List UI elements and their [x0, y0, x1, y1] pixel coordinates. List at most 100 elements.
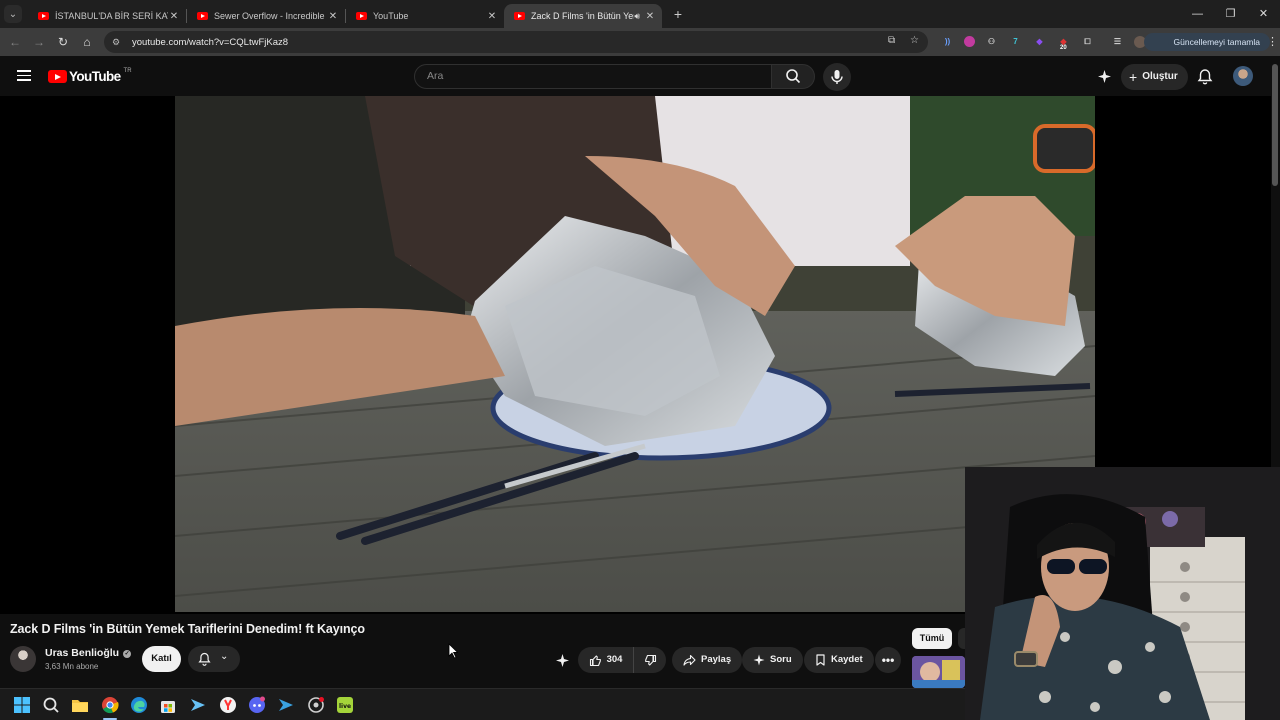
- close-tab-icon[interactable]: ✕: [486, 11, 498, 22]
- recommended-video-thumbnail[interactable]: [912, 656, 965, 688]
- join-button[interactable]: Katıl: [142, 646, 181, 672]
- webcam-overlay: [965, 467, 1280, 720]
- more-horizontal-icon: •••: [881, 653, 895, 667]
- browser-toolbar: ← → ↻ ⌂ ⚙ youtube.com/watch?v=CQLtwFjKaz…: [0, 28, 1280, 56]
- reading-list-icon[interactable]: ☰: [1110, 34, 1125, 49]
- thumbs-down-icon: [644, 654, 656, 666]
- chevron-down-icon: ⌄: [8, 8, 18, 20]
- like-dislike-group: 304: [578, 647, 666, 673]
- youtube-favicon-icon: [38, 12, 49, 20]
- verified-check-icon: ✓: [123, 650, 132, 658]
- bookmark-icon: [816, 654, 825, 666]
- forward-icon[interactable]: →: [27, 35, 51, 49]
- create-button[interactable]: + Oluştur: [1121, 64, 1188, 90]
- account-avatar[interactable]: [1233, 66, 1253, 86]
- extension-icon[interactable]: 7: [1008, 34, 1023, 49]
- extension-icon[interactable]: [964, 36, 975, 47]
- voice-search-button[interactable]: [823, 63, 851, 91]
- more-vertical-icon[interactable]: ⋮: [1267, 33, 1278, 51]
- file-explorer-icon[interactable]: [71, 696, 89, 714]
- bookmark-star-icon[interactable]: ☆: [910, 35, 919, 46]
- windows-start-icon[interactable]: [13, 696, 31, 714]
- back-icon[interactable]: ←: [3, 35, 27, 49]
- scrollbar-thumb[interactable]: [1272, 64, 1278, 186]
- youtube-favicon-icon: [356, 12, 367, 20]
- close-window-icon[interactable]: ✕: [1247, 0, 1280, 28]
- video-frame[interactable]: [175, 96, 1095, 612]
- taskbar-search-icon[interactable]: [42, 696, 60, 714]
- chrome-icon[interactable]: [101, 696, 119, 714]
- subscription-bell-button[interactable]: ⌄: [188, 646, 240, 672]
- plus-icon: +: [1129, 69, 1138, 85]
- country-code: TR: [123, 67, 132, 74]
- app-icon[interactable]: [307, 696, 325, 714]
- new-tab-button[interactable]: +: [668, 6, 688, 22]
- logo-text: YouTube: [69, 69, 121, 84]
- like-count: 304: [606, 654, 623, 665]
- subscriber-count: 3,63 Mn abone: [45, 662, 99, 671]
- yandex-browser-icon[interactable]: [219, 696, 237, 714]
- steam-icon[interactable]: [189, 696, 207, 714]
- window-controls: — ❐ ✕: [1181, 0, 1280, 28]
- extension-icon[interactable]: )): [940, 34, 955, 49]
- more-actions-button[interactable]: •••: [875, 647, 901, 673]
- webcam-feed-image: [965, 467, 1280, 720]
- dislike-button[interactable]: [634, 654, 666, 667]
- browser-tab-active[interactable]: Zack D Films 'in Bütün Yem 🔊︎ ✕: [504, 4, 662, 28]
- like-button[interactable]: 304: [578, 647, 634, 673]
- mouse-cursor-icon: [448, 643, 458, 659]
- tab-title: Sewer Overflow - Incredible din: [214, 11, 327, 21]
- cast-icon[interactable]: ⧉: [888, 35, 895, 46]
- youtube-logo[interactable]: YouTube TR: [48, 67, 132, 84]
- youtube-header: YouTube TR Ara + Oluştur: [0, 56, 1280, 96]
- tab-search-button[interactable]: ⌄: [4, 5, 22, 23]
- site-info-icon[interactable]: ⚙: [112, 37, 126, 48]
- browser-tab[interactable]: İSTANBUL'DA BİR SERİ KATİL - ✕: [28, 4, 186, 28]
- update-label: Güncellemeyi tamamla: [1173, 37, 1260, 47]
- youtube-favicon-icon: [197, 12, 208, 20]
- ai-sparkle-icon[interactable]: [555, 653, 570, 668]
- chip-all[interactable]: Tümü: [912, 628, 952, 649]
- extension-icon[interactable]: ⚇: [984, 34, 999, 49]
- reload-icon[interactable]: ↻: [51, 35, 75, 49]
- close-tab-icon[interactable]: ✕: [644, 11, 656, 22]
- address-bar[interactable]: ⚙ youtube.com/watch?v=CQLtwFjKaz8 ⧉ ☆: [104, 31, 928, 53]
- search-button[interactable]: [771, 64, 815, 89]
- home-icon[interactable]: ⌂: [75, 35, 99, 49]
- discord-icon[interactable]: [248, 696, 266, 714]
- steam-app-icon[interactable]: [277, 696, 295, 714]
- channel-name-text: Uras Benlioğlu: [45, 647, 120, 659]
- menu-icon[interactable]: [17, 70, 31, 81]
- browser-tab-strip: ⌄ İSTANBUL'DA BİR SERİ KATİL - ✕ Sewer O…: [0, 0, 1280, 28]
- url-text: youtube.com/watch?v=CQLtwFjKaz8: [132, 36, 289, 48]
- search-input[interactable]: Ara: [414, 64, 772, 89]
- chevron-down-icon: ⌄: [220, 651, 229, 662]
- browser-tab[interactable]: YouTube ✕: [346, 4, 504, 28]
- extensions-puzzle-icon[interactable]: ⧠: [1080, 34, 1095, 49]
- save-button[interactable]: Kaydet: [804, 647, 874, 673]
- close-tab-icon[interactable]: ✕: [327, 11, 339, 22]
- create-label: Oluştur: [1142, 71, 1178, 82]
- edge-icon[interactable]: [130, 696, 148, 714]
- ask-button[interactable]: Soru: [742, 647, 803, 673]
- share-button[interactable]: Paylaş: [672, 647, 743, 673]
- sparkle-icon: [753, 654, 765, 666]
- windows-taskbar: live: [0, 688, 965, 720]
- browser-tab[interactable]: Sewer Overflow - Incredible din ✕: [187, 4, 345, 28]
- update-button[interactable]: Güncellemeyi tamamla ⋮: [1143, 33, 1278, 51]
- youtube-play-icon: [48, 70, 67, 83]
- microsoft-store-icon[interactable]: [159, 696, 177, 714]
- restore-icon[interactable]: ❐: [1214, 0, 1247, 28]
- extension-icon[interactable]: ◆: [1032, 34, 1047, 49]
- speaker-icon[interactable]: 🔊︎: [634, 11, 640, 22]
- tab-title: YouTube: [373, 11, 409, 21]
- ai-sparkle-icon[interactable]: [1097, 69, 1112, 84]
- close-tab-icon[interactable]: ✕: [168, 11, 180, 22]
- channel-avatar[interactable]: [10, 646, 36, 672]
- minimize-icon[interactable]: —: [1181, 0, 1214, 28]
- channel-name[interactable]: Uras Benlioğlu ✓: [45, 647, 132, 659]
- notifications-bell-icon[interactable]: [1197, 68, 1213, 85]
- extension-icon[interactable]: ◆ 20: [1056, 34, 1071, 51]
- live-app-icon[interactable]: live: [336, 696, 354, 714]
- extension-badge: 20: [1060, 45, 1067, 51]
